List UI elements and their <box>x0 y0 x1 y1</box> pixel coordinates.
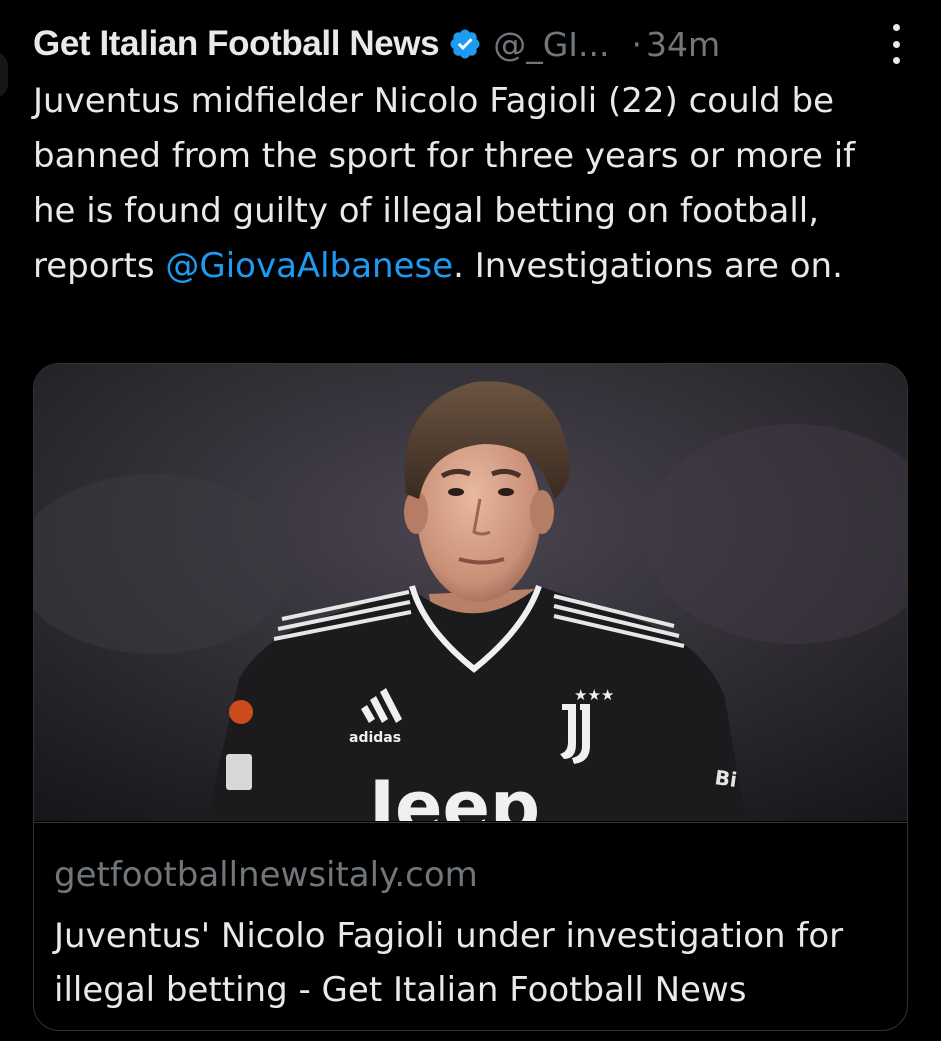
link-card[interactable]: ★★★ adidas Bi Jeep getfootballnewsitaly.… <box>33 363 908 1031</box>
crest-stars: ★★★ <box>574 686 614 704</box>
author-handle[interactable]: @_GI... <box>493 25 609 64</box>
card-image[interactable]: ★★★ adidas Bi Jeep <box>34 364 907 821</box>
card-title[interactable]: Juventus' Nicolo Fagioli under investiga… <box>54 909 894 1017</box>
card-domain: getfootballnewsitaly.com <box>54 855 478 895</box>
tweet-body-end: . Investigations are on. <box>453 246 843 286</box>
tweet-header: Get Italian Football News @_GI... · 34m <box>33 18 903 70</box>
svg-text:Bi: Bi <box>713 765 738 792</box>
author-name[interactable]: Get Italian Football News <box>33 24 440 64</box>
timestamp[interactable]: 34m <box>646 25 720 64</box>
kit-sponsor: Jeep <box>365 766 540 821</box>
mention-link[interactable]: @GiovaAlbanese <box>165 246 453 286</box>
tweet-text: Juventus midfielder Nicolo Fagioli (22) … <box>33 74 903 294</box>
side-scroll-indicator <box>0 52 8 98</box>
verified-badge-icon <box>450 29 480 59</box>
more-options-icon[interactable] <box>889 24 903 64</box>
player-photo: ★★★ adidas Bi Jeep <box>34 364 907 821</box>
kit-brand: adidas <box>349 730 401 746</box>
separator-dot: · <box>631 24 642 64</box>
card-footer[interactable]: getfootballnewsitaly.com Juventus' Nicol… <box>34 822 907 1030</box>
